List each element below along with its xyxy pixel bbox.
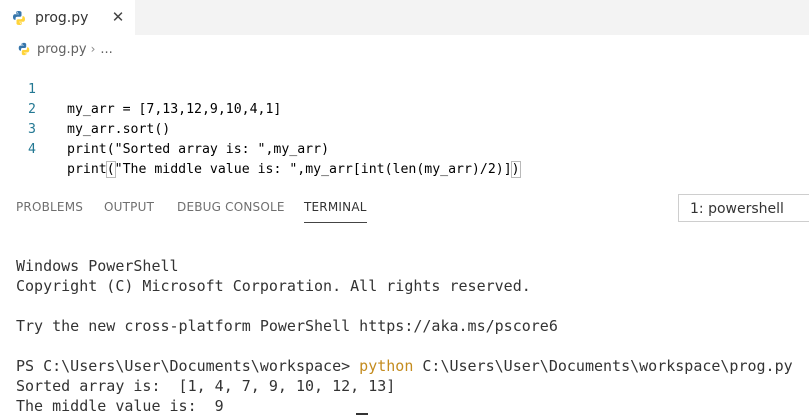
terminal-output[interactable]: Windows PowerShell Copyright (C) Microso…: [16, 256, 809, 416]
terminal-line: Sorted array is: [1, 4, 7, 9, 10, 12, 13…: [16, 377, 396, 395]
terminal-command-line: PS C:\Users\User\Documents\workspace> py…: [16, 356, 809, 376]
code-text: print("Sorted array is: ",my_arr): [67, 142, 330, 157]
tab-terminal[interactable]: TERMINAL: [304, 200, 367, 223]
python-icon: [11, 10, 27, 26]
terminal-command-arg: C:\Users\User\Documents\workspace\prog.p…: [413, 357, 793, 375]
breadcrumb-file[interactable]: prog.py: [37, 42, 87, 57]
close-icon[interactable]: ✕: [108, 7, 128, 27]
code-line: 3 print("Sorted array is: ",my_arr): [0, 100, 809, 157]
terminal-command: python: [359, 357, 414, 375]
terminal-cursor: [356, 413, 368, 415]
editor-tab-prog-py[interactable]: prog.py ✕: [0, 0, 135, 35]
editor-tab-bar: prog.py ✕: [0, 0, 809, 35]
line-number: 4: [28, 142, 36, 157]
terminal-line: Try the new cross-platform PowerShell ht…: [16, 317, 558, 335]
code-line: 2 my_arr.sort(): [0, 80, 809, 137]
terminal-line: The middle value is: 9: [16, 397, 224, 415]
terminal-line: Copyright (C) Microsoft Corporation. All…: [16, 277, 531, 295]
chevron-right-icon: ›: [90, 42, 96, 56]
bracket-match-close: ): [510, 161, 521, 178]
code-editor[interactable]: 1 my_arr = [7,13,12,9,10,4,1] 2 my_arr.s…: [0, 60, 809, 178]
tab-label: prog.py: [35, 9, 89, 26]
terminal-prompt: PS C:\Users\User\Documents\workspace>: [16, 357, 360, 375]
code-token: print: [67, 162, 107, 177]
tab-problems[interactable]: PROBLEMS: [16, 200, 83, 214]
code-line-current: 4 print("The middle value is: ",my_arr[i…: [0, 120, 809, 178]
tab-output[interactable]: OUTPUT: [104, 200, 154, 214]
breadcrumb-more[interactable]: ...: [100, 42, 112, 57]
code-text: print("The middle value is: ",my_arr[int…: [67, 160, 521, 180]
terminal-shell-select[interactable]: 1: powershell: [678, 194, 809, 222]
python-icon: [17, 42, 31, 56]
terminal-line: Windows PowerShell: [16, 257, 179, 275]
tab-debug-console[interactable]: DEBUG CONSOLE: [177, 200, 285, 214]
code-token: "The middle value is: ",my_arr[int(len(m…: [114, 162, 512, 177]
bracket-match-open: (: [105, 161, 116, 178]
code-line: 1 my_arr = [7,13,12,9,10,4,1]: [0, 60, 809, 117]
breadcrumb: prog.py › ...: [17, 39, 113, 59]
